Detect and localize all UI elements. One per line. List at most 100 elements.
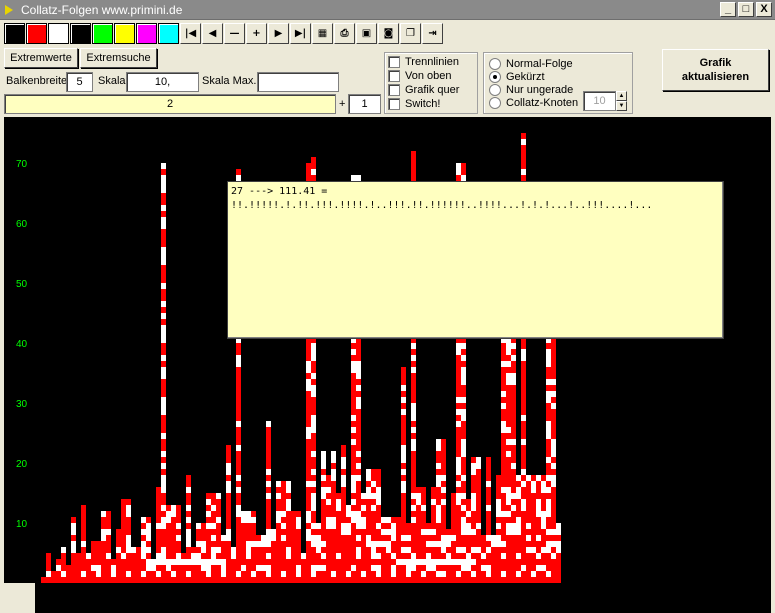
checkbox-box[interactable] <box>388 84 400 96</box>
checkbox-box[interactable] <box>388 70 400 82</box>
color-swatch-5[interactable] <box>92 23 113 44</box>
bar-21[interactable] <box>136 547 141 583</box>
skala-input[interactable]: 10, <box>126 72 199 92</box>
copy-button[interactable]: ❐ <box>400 23 421 44</box>
bar-63[interactable] <box>346 505 351 583</box>
bar-50[interactable] <box>281 481 286 583</box>
bar-44[interactable] <box>251 511 256 583</box>
bar-36[interactable] <box>211 493 216 583</box>
bar-73[interactable] <box>396 517 401 583</box>
radio-dot[interactable] <box>489 84 501 96</box>
bar-30[interactable] <box>181 553 186 583</box>
bar-68[interactable] <box>371 469 376 583</box>
grafik-quer-checkbox[interactable]: Grafik quer <box>388 84 459 96</box>
bar-47[interactable] <box>266 421 271 583</box>
color-swatch-6[interactable] <box>114 23 135 44</box>
bar-13[interactable] <box>96 541 101 583</box>
skala-max-input[interactable] <box>257 72 339 92</box>
bar-33[interactable] <box>196 523 201 583</box>
exit-door-button[interactable]: ⇥ <box>422 23 443 44</box>
bar-29[interactable] <box>176 505 181 583</box>
bar-97[interactable] <box>516 475 521 583</box>
bar-83[interactable] <box>446 529 451 583</box>
bar-88[interactable] <box>471 457 476 583</box>
bar-11[interactable] <box>86 553 91 583</box>
bar-23[interactable] <box>146 517 151 583</box>
bar-60[interactable] <box>331 451 336 583</box>
bar-99[interactable] <box>526 475 531 583</box>
grafik-aktualisieren-button[interactable]: Grafik aktualisieren <box>662 49 769 91</box>
extremwerte-button[interactable]: Extremwerte <box>4 48 78 68</box>
bar-92[interactable] <box>491 535 496 583</box>
bar-4[interactable] <box>51 571 56 583</box>
bar-66[interactable] <box>361 493 366 583</box>
plus-button[interactable]: + <box>246 23 267 44</box>
bar-81[interactable] <box>436 439 441 583</box>
bar-5[interactable] <box>56 559 61 583</box>
bar-16[interactable] <box>111 559 116 583</box>
grid-button[interactable]: ▦ <box>312 23 333 44</box>
bar-101[interactable] <box>536 475 541 583</box>
bar-61[interactable] <box>336 493 341 583</box>
bar-40[interactable] <box>231 547 236 583</box>
radio-nur-ungerade[interactable]: Nur ungerade <box>489 84 573 96</box>
bar-19[interactable] <box>126 499 131 583</box>
bar-10[interactable] <box>81 505 86 583</box>
radio-dot-selected[interactable] <box>489 71 501 83</box>
bar-20[interactable] <box>131 547 136 583</box>
bar-72[interactable] <box>391 517 396 583</box>
bar-91[interactable] <box>486 457 491 583</box>
bar-2[interactable] <box>41 577 46 583</box>
color-swatch-4[interactable] <box>70 23 91 44</box>
bar-42[interactable] <box>241 511 246 583</box>
bar-12[interactable] <box>91 541 96 583</box>
spin-up-button[interactable]: ▲ <box>616 91 627 101</box>
bar-74[interactable] <box>401 367 406 583</box>
close-button[interactable]: X <box>756 2 772 17</box>
bar-46[interactable] <box>261 535 266 583</box>
bar-3[interactable] <box>46 553 51 583</box>
extremsuche-button[interactable]: Extremsuche <box>80 48 157 68</box>
bar-89[interactable] <box>476 457 481 583</box>
trennlinien-checkbox[interactable]: Trennlinien <box>388 56 459 68</box>
bar-32[interactable] <box>191 547 196 583</box>
radio-normal-folge[interactable]: Normal-Folge <box>489 58 573 70</box>
bar-53[interactable] <box>296 511 301 583</box>
bar-48[interactable] <box>271 529 276 583</box>
bar-8[interactable] <box>71 517 76 583</box>
bar-71[interactable] <box>386 517 391 583</box>
bar-43[interactable] <box>246 511 251 583</box>
bar-38[interactable] <box>221 535 226 583</box>
camera-button[interactable]: ◙ <box>378 23 399 44</box>
bar-7[interactable] <box>66 565 71 583</box>
bar-90[interactable] <box>481 535 486 583</box>
bar-45[interactable] <box>256 535 261 583</box>
bar-75[interactable] <box>406 523 411 583</box>
bar-28[interactable] <box>171 505 176 583</box>
bar-9[interactable] <box>76 553 81 583</box>
radio-dot[interactable] <box>489 58 501 70</box>
maximize-button[interactable]: □ <box>738 2 754 17</box>
color-swatch-8[interactable] <box>158 23 179 44</box>
knoten-value-input[interactable]: 10 <box>583 91 616 111</box>
bar-26[interactable] <box>161 163 166 583</box>
save-button[interactable]: ▣ <box>356 23 377 44</box>
bar-14[interactable] <box>101 511 106 583</box>
step-input[interactable]: 1 <box>348 94 381 114</box>
spin-down-button[interactable]: ▼ <box>616 101 627 111</box>
start-value-input[interactable]: 2 <box>4 94 336 114</box>
bar-100[interactable] <box>531 475 536 583</box>
bar-6[interactable] <box>61 547 66 583</box>
bar-15[interactable] <box>106 511 111 583</box>
bar-102[interactable] <box>541 475 546 583</box>
bar-79[interactable] <box>426 523 431 583</box>
prev-button[interactable]: ◀ <box>202 23 223 44</box>
bar-58[interactable] <box>321 451 326 583</box>
bar-39[interactable] <box>226 445 231 583</box>
bar-52[interactable] <box>291 511 296 583</box>
bar-27[interactable] <box>166 505 171 583</box>
bar-18[interactable] <box>121 499 126 583</box>
bar-25[interactable] <box>156 487 161 583</box>
radio-gekuerzt[interactable]: Gekürzt <box>489 71 545 83</box>
bar-84[interactable] <box>451 493 456 583</box>
